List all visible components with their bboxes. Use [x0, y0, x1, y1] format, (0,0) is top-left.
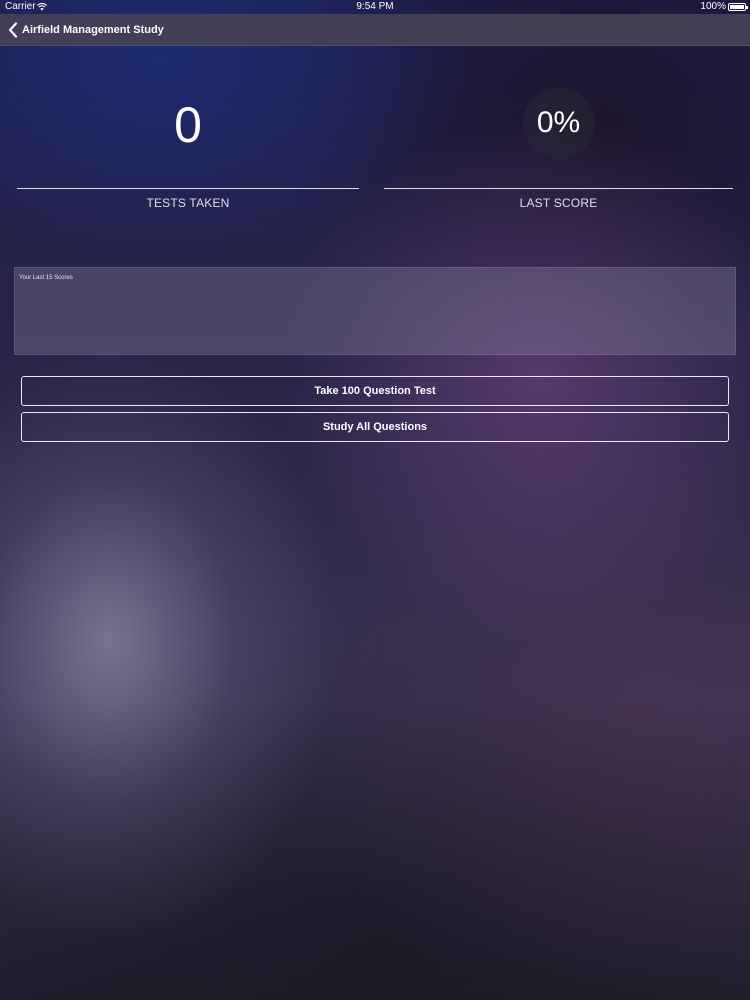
- last-score-circle: 0%: [522, 87, 595, 159]
- study-all-button[interactable]: Study All Questions: [21, 412, 729, 442]
- back-button[interactable]: Airfield Management Study: [8, 14, 164, 46]
- last-score-value: 0%: [536, 106, 581, 139]
- last-score-label: LAST SCORE: [519, 196, 598, 210]
- tests-taken-stat: 0 TESTS TAKEN: [17, 80, 359, 210]
- tests-taken-divider: [17, 188, 359, 189]
- last-scores-chart: Your Last 15 Scores: [14, 267, 736, 355]
- last-scores-title: Your Last 15 Scores: [19, 275, 73, 281]
- battery-percentage: 100%: [700, 1, 726, 12]
- take-test-button[interactable]: Take 100 Question Test: [21, 376, 729, 406]
- navigation-bar: Airfield Management Study: [0, 14, 750, 46]
- chevron-left-icon: [8, 22, 18, 38]
- tests-taken-value: 0: [174, 97, 202, 153]
- tests-taken-label: TESTS TAKEN: [146, 196, 230, 210]
- clock: 9:54 PM: [356, 1, 394, 12]
- last-score-stat: 0% LAST SCORE: [384, 80, 733, 210]
- last-score-divider: [384, 188, 733, 189]
- back-label: Airfield Management Study: [22, 24, 164, 36]
- status-bar: Carrier 9:54 PM 100%: [0, 0, 750, 14]
- battery-icon: [728, 3, 748, 11]
